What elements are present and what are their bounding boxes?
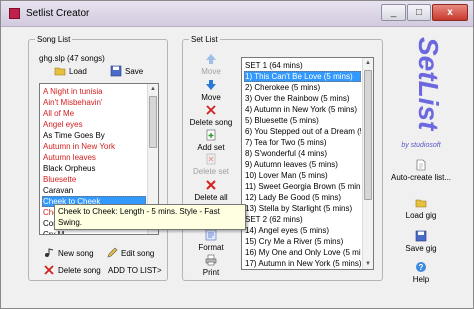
close-button[interactable]: x	[432, 4, 468, 21]
set-listbox[interactable]: SET 1 (64 mins) 1) This Can't Be Love (5 …	[241, 57, 374, 270]
set-scroll-down-arrow-icon[interactable]: ▼	[363, 259, 373, 269]
document-icon	[416, 159, 426, 171]
set-list-item[interactable]: 15) Cry Me a River (5 mins)	[244, 236, 361, 247]
auto-create-button[interactable]: Auto-create list...	[385, 159, 457, 182]
title-bar[interactable]: Setlist Creator _ □ x	[1, 1, 473, 27]
delete-song-icon	[44, 265, 54, 275]
set-list-item[interactable]: 6) You Stepped out of a Dream (5 mins)	[244, 126, 361, 137]
add-to-list-button[interactable]: ADD TO LIST>	[108, 266, 162, 275]
floppy-icon	[110, 65, 122, 77]
setlist-logo: SetList	[413, 37, 441, 132]
load-gig-folder-icon	[415, 199, 427, 208]
set-list-item[interactable]: 13) Stella by Starlight (5 mins)	[244, 203, 361, 214]
set-list-item[interactable]: 9) Autumn leaves (5 mins)	[244, 159, 361, 170]
save-gig-floppy-icon	[415, 230, 427, 242]
song-tooltip: Cheek to Cheek: Length - 5 mins. Style -…	[54, 204, 246, 230]
logo-byline: by studiosoft	[401, 142, 441, 149]
tooltip-line-1: Cheek to Cheek: Length - 5 mins. Style -…	[58, 207, 220, 216]
load-gig-button[interactable]: Load gig	[385, 197, 457, 220]
load-button[interactable]: Load	[54, 65, 87, 77]
tooltip-line-2: Swing.	[58, 218, 83, 227]
song-list-legend: Song List	[37, 35, 71, 44]
set-list-item[interactable]: 17) Autumn in New York (5 mins)	[244, 258, 361, 269]
new-song-icon	[45, 248, 54, 257]
edit-song-button[interactable]: Edit song	[106, 247, 154, 259]
app-icon	[9, 8, 20, 19]
help-button[interactable]: ? Help	[385, 261, 457, 284]
set-list-item[interactable]: 12) Lady Be Good (5 mins)	[244, 192, 361, 203]
set-header-item[interactable]: SET 2 (62 mins)	[244, 214, 361, 225]
minimize-button[interactable]: _	[381, 4, 406, 21]
app-window: Setlist Creator _ □ x Song List ghg.slp …	[0, 0, 474, 309]
song-list-item[interactable]: Bluesette	[42, 174, 146, 185]
save-gig-label: Save gig	[405, 244, 437, 253]
maximize-button[interactable]: □	[407, 4, 431, 21]
window-title: Setlist Creator	[26, 8, 90, 19]
scroll-thumb[interactable]	[149, 96, 157, 148]
song-file-label: ghg.slp (47 songs)	[39, 54, 105, 63]
add-to-list-label: ADD TO LIST>	[108, 266, 162, 275]
save-gig-button[interactable]: Save gig	[385, 230, 457, 253]
set-list-item[interactable]: 1) This Can't Be Love (5 mins)	[244, 71, 361, 82]
song-list-item[interactable]: A Night in tunisia	[42, 86, 146, 97]
scroll-up-arrow-icon[interactable]: ▲	[148, 84, 158, 94]
set-list-scrollbar[interactable]: ▲ ▼	[362, 58, 373, 269]
set-list-item[interactable]: 4) Autumn in New York (5 mins)	[244, 104, 361, 115]
logo-text: SetList	[413, 37, 441, 132]
save-button[interactable]: Save	[110, 65, 143, 77]
help-label: Help	[412, 275, 430, 284]
help-icon: ?	[416, 262, 426, 272]
song-list-item[interactable]: Caravan	[42, 185, 146, 196]
edit-song-label: Edit song	[121, 248, 155, 258]
set-header-item[interactable]: SET 1 (64 mins)	[244, 60, 361, 71]
new-song-button[interactable]: New song	[43, 247, 94, 259]
set-list-item[interactable]: 18) Cherokee (5 mins)	[244, 269, 361, 270]
set-list-item[interactable]: 14) Angel eyes (5 mins)	[244, 225, 361, 236]
auto-create-label: Auto-create list...	[390, 173, 452, 182]
song-list-item[interactable]: Autumn leaves	[42, 152, 146, 163]
set-list-item[interactable]: 16) My One and Only Love (5 mins)	[244, 247, 361, 258]
set-list-item[interactable]: 11) Sweet Georgia Brown (5 mins)	[244, 181, 361, 192]
song-list-item[interactable]: Ain't Misbehavin'	[42, 97, 146, 108]
set-list-item[interactable]: 3) Over the Rainbow (5 mins)	[244, 93, 361, 104]
set-list-item[interactable]: 5) Bluesette (5 mins)	[244, 115, 361, 126]
song-list-item[interactable]: As Time Goes By	[42, 130, 146, 141]
new-song-label: New song	[58, 248, 94, 258]
load-label: Load	[69, 66, 87, 76]
save-label: Save	[125, 66, 144, 76]
song-list-item[interactable]: All of Me	[42, 108, 146, 119]
set-scroll-thumb[interactable]	[364, 70, 372, 200]
delete-song-button[interactable]: Delete song	[43, 264, 101, 276]
set-scroll-up-arrow-icon[interactable]: ▲	[363, 58, 373, 68]
set-list-item[interactable]: 8) S'wonderful (4 mins)	[244, 148, 361, 159]
set-list-item[interactable]: 2) Cherokee (5 mins)	[244, 82, 361, 93]
load-gig-label: Load gig	[405, 211, 437, 220]
folder-icon	[54, 67, 66, 76]
set-list-legend: Set List	[191, 35, 218, 44]
pencil-icon	[107, 247, 118, 258]
set-list-item[interactable]: 7) Tea for Two (5 mins)	[244, 137, 361, 148]
song-list-item[interactable]: Black Orpheus	[42, 163, 146, 174]
delete-song-label: Delete song	[58, 265, 101, 275]
set-list-item[interactable]: 10) Lover Man (5 mins)	[244, 170, 361, 181]
svg-text:?: ?	[419, 263, 424, 272]
song-list-item[interactable]: Angel eyes	[42, 119, 146, 130]
song-list-item[interactable]: Autumn in New York	[42, 141, 146, 152]
